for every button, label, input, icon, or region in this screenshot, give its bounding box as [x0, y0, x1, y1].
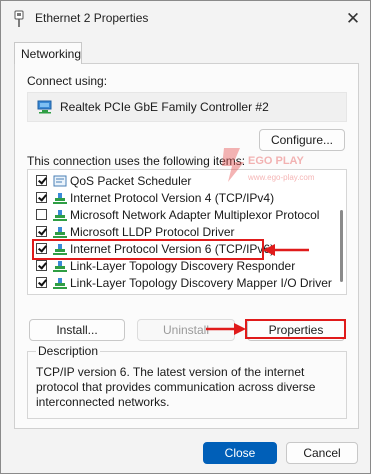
item-checkbox[interactable] — [36, 209, 47, 220]
close-button[interactable]: Close — [203, 442, 277, 464]
item-label: Microsoft Network Adapter Multiplexor Pr… — [70, 208, 320, 222]
close-window-button[interactable]: ✕ — [343, 9, 363, 29]
list-item[interactable]: Link-Layer Topology Discovery Mapper I/O… — [28, 275, 332, 292]
svg-text:EGO PLAY: EGO PLAY — [248, 155, 304, 167]
highlight-properties-annotation — [245, 319, 346, 339]
item-checkbox[interactable] — [36, 260, 47, 271]
item-label: Microsoft LLDP Protocol Driver — [70, 225, 235, 239]
tab-networking[interactable]: Networking — [14, 42, 82, 64]
ethernet-icon — [14, 10, 24, 27]
protocol-icon — [53, 261, 67, 272]
list-item[interactable]: Link-Layer Topology Discovery Responder — [28, 258, 328, 275]
adapter-box: Realtek PCIe GbE Family Controller #2 — [27, 92, 347, 122]
protocol-icon — [53, 227, 67, 238]
connect-using-label: Connect using: — [27, 74, 108, 88]
items-label: This connection uses the following items… — [27, 154, 246, 168]
item-checkbox[interactable] — [36, 277, 47, 288]
properties-dialog: Ethernet 2 Properties ✕ Networking Conne… — [0, 0, 371, 474]
item-label: QoS Packet Scheduler — [70, 174, 192, 188]
list-scrollbar[interactable] — [340, 210, 343, 282]
item-checkbox[interactable] — [36, 192, 47, 203]
title-bar: Ethernet 2 Properties ✕ — [1, 1, 370, 37]
arrow-left-icon — [263, 244, 309, 256]
ego-play-watermark-logo: EGO PLAY www.ego-play.com — [222, 148, 315, 182]
window-title: Ethernet 2 Properties — [35, 11, 149, 25]
item-checkbox[interactable] — [36, 175, 47, 186]
highlight-ipv6-annotation — [32, 239, 264, 260]
install-button[interactable]: Install... — [29, 319, 125, 341]
description-legend: Description — [36, 344, 101, 358]
scheduler-icon — [53, 175, 67, 187]
adapter-name: Realtek PCIe GbE Family Controller #2 — [60, 100, 269, 114]
item-label: Link-Layer Topology Discovery Mapper I/O… — [70, 276, 332, 290]
network-adapter-icon — [37, 100, 52, 114]
protocol-icon — [53, 193, 67, 204]
item-label: Internet Protocol Version 4 (TCP/IPv4) — [70, 191, 275, 205]
arrow-right-icon — [206, 323, 246, 335]
description-text: TCP/IP version 6. The latest version of … — [36, 365, 316, 409]
protocol-icon — [53, 210, 67, 221]
list-item[interactable]: Internet Protocol Version 4 (TCP/IPv4) — [28, 190, 328, 207]
list-item[interactable]: Microsoft Network Adapter Multiplexor Pr… — [28, 207, 328, 224]
item-checkbox[interactable] — [36, 226, 47, 237]
protocol-icon — [53, 278, 67, 289]
item-label: Link-Layer Topology Discovery Responder — [70, 259, 296, 273]
description-group: Description TCP/IP version 6. The latest… — [27, 344, 347, 419]
cancel-button[interactable]: Cancel — [286, 442, 358, 464]
svg-text:www.ego-play.com: www.ego-play.com — [247, 173, 315, 182]
